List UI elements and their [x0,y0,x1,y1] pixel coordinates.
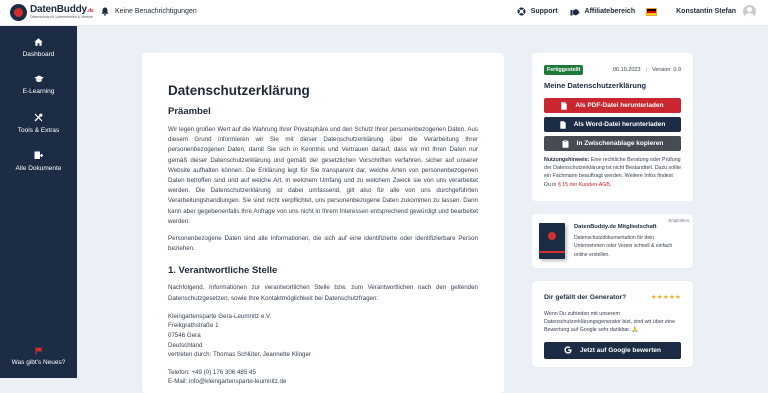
brand-name: DatenBuddy.de [30,4,94,16]
responsible-address: Kleingartensparte Gera-Leumnitz e.V. Fre… [168,312,478,360]
document-version: Version: 0.9 [651,67,681,73]
google-icon [564,346,572,354]
brand-logo[interactable]: DatenBuddy.de Datenschutz für Unternehme… [10,4,94,21]
rating-text: Wenn Du zufrieden mit unserem Datenschut… [544,311,676,334]
sidebar-item-label: Tools & Extras [17,127,60,134]
card-title: Meine Datenschutzerklärung [544,81,647,90]
documents-icon [34,151,43,159]
contact-details: Telefon: +49 (0) 176 306 485 45 E-Mail: … [168,368,478,387]
copy-to-clipboard-button[interactable]: In Zwischenablage kopieren [544,136,681,151]
flag-icon [35,347,42,355]
rating-card: Dir gefällt der Generator? ★★★★★ Wenn Du… [532,281,693,367]
rating-title: Dir gefällt der Generator? [544,293,627,301]
affiliate-icon [570,9,580,16]
document-date: 06.10.2023 [612,67,641,73]
google-review-button[interactable]: Jetzt auf Google bewerten [544,341,681,359]
graduation-cap-icon [33,75,44,82]
address-line: Kleingartensparte Gera-Leumnitz e.V. [168,312,272,320]
whats-new-link[interactable]: Was gibt's Neues? [0,347,77,366]
document-title: Datenschutzerklärung [168,83,310,98]
status-badge: Fertiggestellt [544,65,584,75]
phone-line: Telefon: +49 (0) 176 306 485 45 [168,368,256,376]
terms-link[interactable]: § 15 der Kunden-AGB [558,182,610,188]
brand-tagline: Datenschutz für Unternehmen & Vereine [30,15,93,20]
clipboard-icon [562,139,569,148]
sidebar-item-tools-extras[interactable]: Tools & Extras [0,113,77,134]
recommended-tag: Empfohlen [668,218,689,223]
sidebar-item-label: Alle Dokumente [15,165,62,172]
sidebar-item-label: Dashboard [22,51,55,58]
tools-icon [34,113,43,122]
file-pdf-icon [561,101,568,110]
promo-text: Datenschutzdokumentation für dein Untern… [574,235,673,258]
privacy-policy-document: Datenschutzerklärung Präambel Wir legen … [142,53,504,393]
support-label: Support [530,8,558,15]
sidebar-item-dashboard[interactable]: Dashboard [0,38,77,58]
file-word-icon [559,120,566,129]
sidebar-item-e-learning[interactable]: E-Learning [0,75,77,95]
lifebuoy-icon [517,7,526,16]
language-flag-de-icon[interactable] [646,7,658,16]
section-1-intro: Nachfolgend, Informationen zur verantwor… [168,284,478,302]
document-status-card: Fertiggestellt 06.10.2023 | Version: 0.9… [532,53,693,201]
preamble-heading: Präambel [168,106,211,117]
address-line: 07546 Gera [168,332,201,340]
book-cover-image [539,223,565,259]
star-rating-icon: ★★★★★ [650,294,681,301]
preamble-paragraph: Wir legen großen Wert auf die Wahrung Ih… [168,126,478,225]
notifications[interactable]: Keine Benachrichtigungen [101,7,197,16]
affiliate-link[interactable]: Affiliatebereich [570,7,636,16]
usage-hint: Nutzungshinweis: Eine rechtliche Beratun… [544,157,681,188]
preamble-paragraph-2: Personenbezogene Daten sind alle Informa… [168,235,478,253]
address-line: Deutschland [168,341,203,349]
logo-mark-icon [10,4,27,21]
section-1-heading: 1. Verantwortliche Stelle [168,265,278,277]
dashboard-icon [34,38,43,46]
user-name[interactable]: Konstantin Stefan [676,8,736,15]
address-line: Freikgrathstraße 1 [168,322,219,330]
support-link[interactable]: Support [517,7,558,16]
top-bar: DatenBuddy.de Datenschutz für Unternehme… [0,0,768,26]
notifications-label: Keine Benachrichtigungen [115,8,197,15]
avatar[interactable] [743,5,756,18]
promo-title: DatenBuddy.de Mitgliedschaft [574,224,657,230]
sidebar-item-all-documents[interactable]: Alle Dokumente [0,151,77,172]
bell-icon [101,7,109,16]
membership-promo-card[interactable]: Empfohlen DatenBuddy.de Mitgliedschaft D… [532,214,693,268]
affiliate-label: Affiliatebereich [584,8,636,15]
address-line: vertreten durch: Thomas Schlüter, Jeanne… [168,351,311,359]
sidebar-item-label: E-Learning [22,88,55,95]
sidebar: Dashboard E-Learning Tools & Extras Alle… [0,26,77,378]
email-line: E-Mail: info@kleingartensparte-leumnitz.… [168,378,287,386]
download-pdf-button[interactable]: Als PDF-Datei herunterladen [544,98,681,113]
download-word-button[interactable]: Als Word-Datei herunterladen [544,117,681,132]
whats-new-label: Was gibt's Neues? [11,359,66,366]
meta-divider: | [645,67,647,73]
